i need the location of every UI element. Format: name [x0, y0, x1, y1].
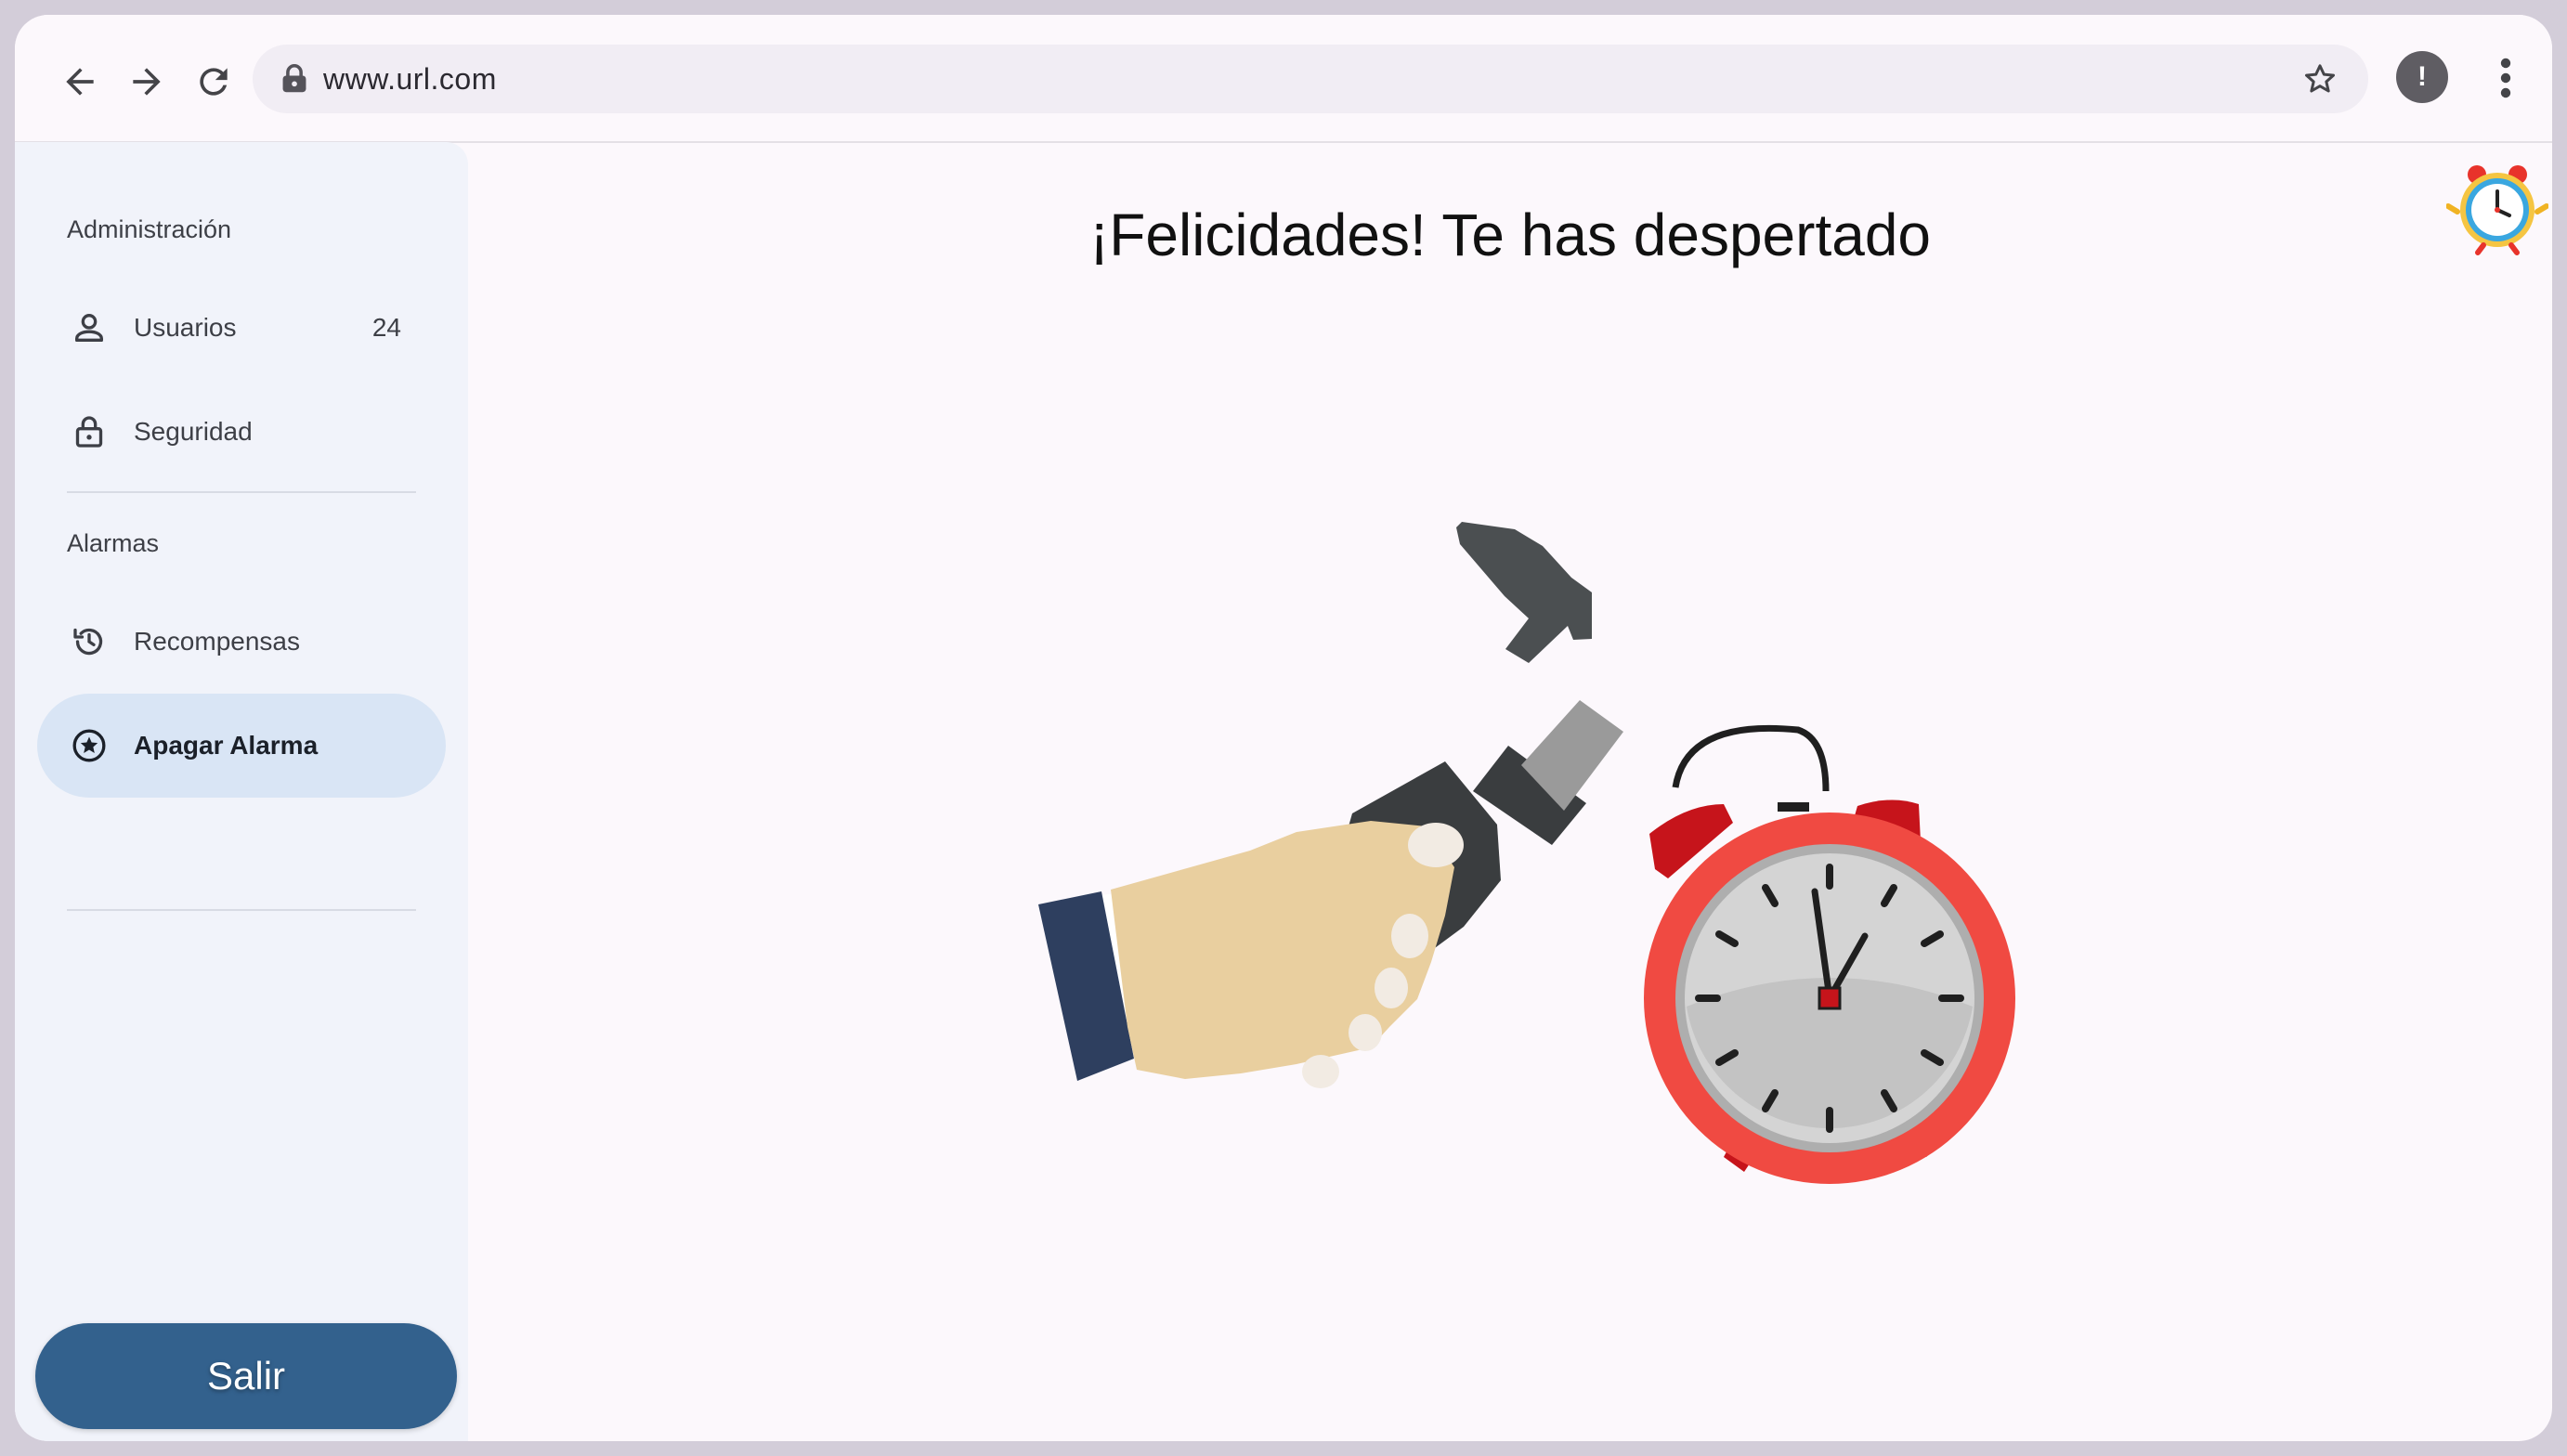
star-circle-icon	[72, 729, 106, 762]
alarm-clock-logo-icon	[2446, 165, 2548, 255]
browser-toolbar: www.url.com !	[15, 15, 2552, 143]
browser-window: www.url.com ! Administración Usuarios 24	[15, 15, 2552, 1441]
section-label-alarmas: Alarmas	[67, 529, 160, 557]
person-icon	[75, 314, 104, 342]
history-icon	[73, 628, 103, 656]
forward-arrow-icon	[133, 68, 161, 96]
forward-button[interactable]	[119, 54, 175, 110]
kebab-menu-icon[interactable]	[2495, 56, 2517, 100]
sidebar: Administración Usuarios 24 Seguridad Ala…	[15, 142, 468, 1441]
users-count-badge: 24	[371, 313, 401, 342]
sidebar-item-recompensas[interactable]: Recompensas	[37, 590, 446, 694]
sidebar-divider	[67, 491, 416, 493]
page-title: ¡Felicidades! Te has despertado	[1088, 202, 1932, 268]
sidebar-item-label: Usuarios	[134, 313, 237, 342]
sidebar-divider	[67, 909, 416, 911]
back-button[interactable]	[52, 54, 108, 110]
back-arrow-icon	[66, 68, 94, 96]
sidebar-item-label: Recompensas	[134, 627, 300, 656]
sidebar-item-seguridad[interactable]: Seguridad	[37, 380, 446, 484]
sidebar-item-label: Apagar Alarma	[134, 731, 319, 760]
section-label-administracion: Administración	[67, 215, 232, 243]
sidebar-item-label: Seguridad	[134, 417, 253, 446]
padlock-icon	[75, 416, 103, 448]
hammer-alarm-illustration	[1038, 522, 2015, 1184]
bookmark-star-icon[interactable]	[2301, 60, 2339, 98]
hand-icon	[1038, 821, 1464, 1088]
lock-icon	[282, 64, 306, 93]
address-bar[interactable]: www.url.com	[253, 45, 2368, 113]
profile-avatar[interactable]: !	[2396, 51, 2448, 103]
reload-button[interactable]	[186, 54, 241, 110]
logout-button[interactable]: Salir	[35, 1323, 457, 1429]
alarm-clock-icon	[1644, 724, 2015, 1184]
sidebar-item-apagar-alarma[interactable]: Apagar Alarma	[37, 694, 446, 798]
url-text: www.url.com	[323, 62, 497, 96]
sidebar-item-usuarios[interactable]: Usuarios 24	[37, 276, 446, 380]
reload-icon	[200, 68, 228, 96]
